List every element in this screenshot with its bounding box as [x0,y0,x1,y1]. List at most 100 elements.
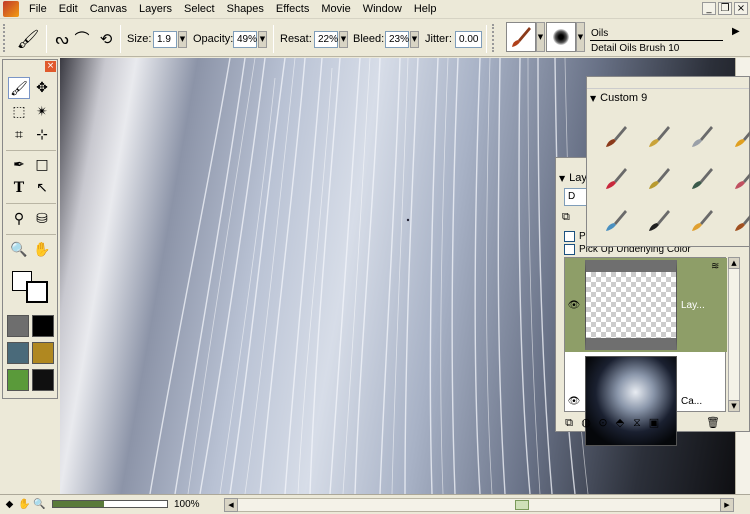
shape-selection-icon[interactable]: ↖ [31,177,53,199]
menu-movie[interactable]: Movie [315,0,356,19]
patterns-swatch[interactable] [7,342,29,364]
text-tool-icon[interactable]: T [8,177,30,199]
rectangle-shape-icon[interactable]: □ [31,154,53,176]
menu-canvas[interactable]: Canvas [84,0,133,19]
custom-brush-icon[interactable] [687,121,717,151]
brush-tool-icon[interactable]: 🖌 [14,27,42,51]
preserve-transparency-icon[interactable]: ⧉ [562,210,570,224]
scroll-thumb[interactable] [515,500,529,510]
additional-color-swatch[interactable] [26,281,48,303]
canvas-horizontal-scrollbar[interactable]: ◀ ▶ [224,498,734,512]
custom-brush-icon[interactable] [687,205,717,235]
magnifier-icon[interactable]: 🔍 [8,239,30,261]
rect-selection-icon[interactable]: ⬚ [8,101,30,123]
trash-icon[interactable]: 🗑 [706,416,720,430]
restore-button[interactable]: ❐ [718,2,732,15]
custom-brush-icon[interactable] [601,121,631,151]
weaves-swatch[interactable] [32,342,54,364]
menu-window[interactable]: Window [357,0,408,19]
menu-shapes[interactable]: Shapes [221,0,270,19]
preserve-checkbox[interactable] [564,231,575,242]
scroll-down-icon[interactable]: ▼ [728,400,740,412]
custom-brush-icon[interactable] [687,163,717,193]
jitter-field[interactable]: 0.00 [455,31,482,48]
bleed-field[interactable]: 23% [385,31,409,48]
custom-brush-icon[interactable] [730,205,750,235]
layers-scrollbar[interactable]: ▲ ▼ [728,257,740,412]
custom-brush-icon[interactable] [644,205,674,235]
resat-field[interactable]: 22% [314,31,338,48]
brush-variant-dropdown[interactable]: ▼ [576,22,585,52]
brush-category-label[interactable]: Oils [591,28,608,39]
menu-effects[interactable]: Effects [270,0,315,19]
nozzles-swatch[interactable] [32,369,54,391]
minimize-button[interactable]: _ [702,2,716,15]
create-mask-icon[interactable]: ▣ [647,416,661,430]
menu-layers[interactable]: Layers [133,0,178,19]
menu-select[interactable]: Select [178,0,221,19]
scroll-left-icon[interactable]: ◀ [224,498,238,512]
layers-palette-title: Lay [569,172,587,184]
layer-row[interactable]: 👁 Ca... [565,354,727,448]
custom-brush-icon[interactable] [601,205,631,235]
paint-bucket-icon[interactable]: ⛁ [31,208,53,230]
zoom-icon[interactable]: 🔍 [33,498,46,511]
brush-variant-label[interactable]: Detail Oils Brush 10 [591,43,679,54]
new-layer-icon[interactable]: ⬘ [613,416,627,430]
eye-icon[interactable]: 👁 [567,396,581,407]
crop-icon[interactable]: ⌗ [8,124,30,146]
collapse-triangle-icon[interactable]: ▼ [559,174,565,183]
size-dropdown[interactable]: ▼ [178,31,187,48]
eye-icon[interactable]: 👁 [567,300,581,311]
brush-selector-grip[interactable] [492,24,496,52]
pick-up-underlying-color-checkbox[interactable] [564,244,575,255]
menu-file[interactable]: File [23,0,53,19]
painter-app-icon[interactable] [3,1,19,17]
layer-adjuster-icon[interactable]: ✥ [31,77,53,99]
dynamic-plugins-icon[interactable]: ◍ [579,416,593,430]
close-button[interactable]: × [734,2,748,15]
brush-icon[interactable]: 🖌 [8,77,30,99]
reset-brush-icon[interactable]: ⟲ [96,28,116,50]
opacity-field[interactable]: 49% [233,31,257,48]
brush-selector-menu-icon[interactable]: ▶ [732,26,740,37]
custom-brush-icon[interactable] [601,163,631,193]
brush-dab-preview[interactable] [546,22,576,52]
property-bar-grip[interactable] [3,24,7,52]
menu-help[interactable]: Help [408,0,443,19]
custom-brush-icon[interactable] [644,163,674,193]
opacity-dropdown[interactable]: ▼ [258,31,267,48]
custom-palette-titlebar[interactable] [587,77,749,89]
freehand-stroke-icon[interactable]: ᔓ [52,28,72,50]
custom-brush-icon[interactable] [730,163,750,193]
size-field[interactable]: 1.9 [153,31,177,48]
scroll-right-icon[interactable]: ▶ [720,498,734,512]
collapse-triangle-icon[interactable]: ▼ [590,94,596,103]
layer-mask-icon[interactable]: ⊙ [596,416,610,430]
straight-line-stroke-icon[interactable]: ⌒ [72,28,92,50]
dropper-icon[interactable]: ⚲ [8,208,30,230]
menu-edit[interactable]: Edit [53,0,84,19]
brush-category-dropdown[interactable]: ▼ [536,22,545,52]
close-icon[interactable]: × [45,61,56,72]
magic-wand-icon[interactable]: ✴ [31,101,53,123]
zoom-level: 100% [174,499,200,510]
layer-commands-icon[interactable]: ⧉ [562,416,576,430]
custom-brush-icon[interactable] [644,121,674,151]
grabber-hand-icon[interactable]: ✋ [31,239,53,261]
resat-dropdown[interactable]: ▼ [339,31,348,48]
bleed-dropdown[interactable]: ▼ [410,31,419,48]
gradients-swatch[interactable] [32,315,54,337]
layer-row[interactable]: 👁 Lay... ≋ [565,258,727,352]
pen-icon[interactable]: ✒ [8,154,30,176]
hand-icon[interactable]: ✋ [18,498,31,511]
selection-adjuster-icon[interactable]: ⊹ [31,124,53,146]
papers-swatch[interactable] [7,315,29,337]
brush-category-icon[interactable] [506,22,536,52]
looks-swatch[interactable] [7,369,29,391]
navigator-icon[interactable]: ◆ [3,498,16,511]
custom-brush-icon[interactable] [730,121,750,151]
new-layer-mask-icon[interactable]: ⧖ [630,416,644,430]
scroll-up-icon[interactable]: ▲ [728,257,740,269]
zoom-slider[interactable] [52,500,168,508]
